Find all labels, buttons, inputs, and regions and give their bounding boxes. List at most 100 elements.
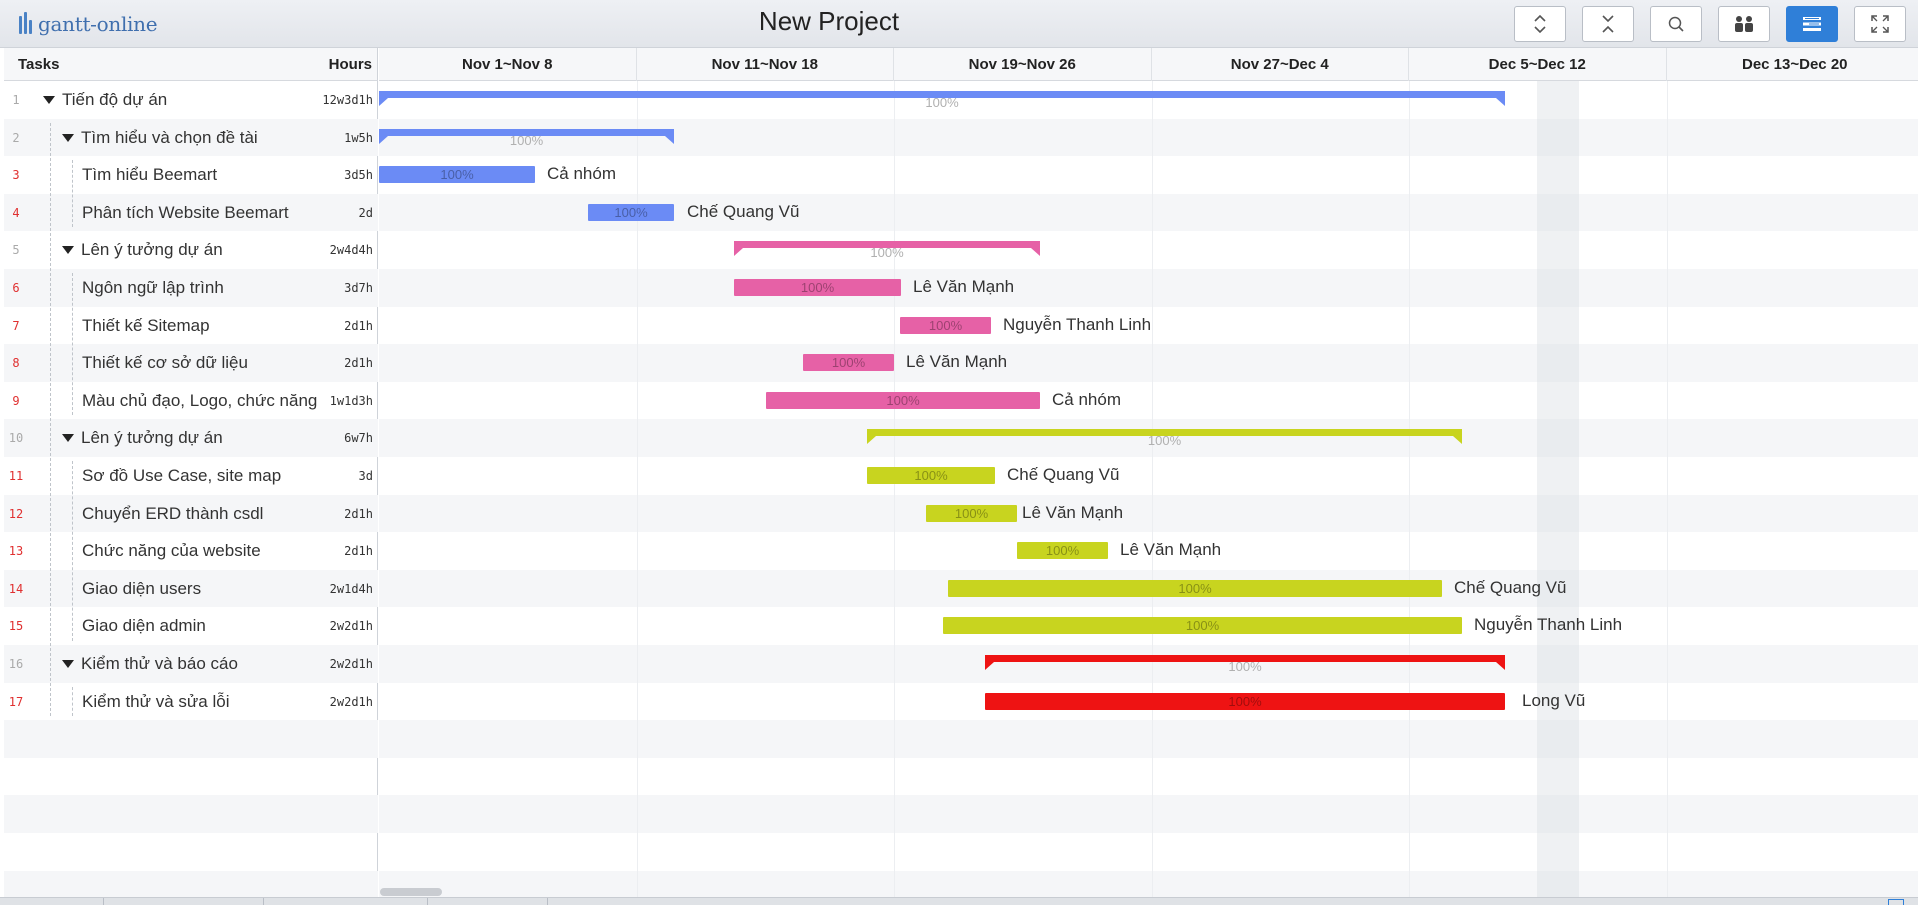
task-row[interactable]: 4 Phân tích Website Beemart 2d [4,194,378,232]
task-row[interactable]: 14 Giao diện users 2w1d4h [4,570,378,608]
task-row[interactable]: 15 Giao diện admin 2w2d1h [4,607,378,645]
collapse-toggle-icon[interactable] [62,434,74,443]
task-hours[interactable]: 3d5h [344,168,373,182]
task-name[interactable]: Giao diện admin [82,616,206,636]
task-bar[interactable]: 100% [900,316,991,334]
task-name[interactable]: Ngôn ngữ lập trình [82,278,224,298]
task-hours[interactable]: 2d1h [344,507,373,521]
task-bar[interactable]: 100% [948,579,1442,597]
summary-bar[interactable]: 100% [379,91,1505,110]
task-name[interactable]: Chuyển ERD thành csdl [82,504,263,524]
task-row[interactable]: 10 Lên ý tưởng dự án 6w7h [4,419,378,457]
grid-toggle-button[interactable] [1786,6,1838,42]
task-row[interactable]: 13 Chức năng của website 2d1h [4,532,378,570]
expand-all-button[interactable] [1514,6,1566,42]
task-hours[interactable]: 6w7h [344,431,373,445]
gantt-app: gantt-online New Project Tasks Hours Nov… [0,0,1918,905]
task-row[interactable]: 1 Tiến độ dự án 12w3d1h [4,81,378,119]
row-number: 14 [8,581,24,596]
zoom-button[interactable] [1650,6,1702,42]
task-bar[interactable]: 100% [766,391,1040,409]
task-name[interactable]: Sơ đồ Use Case, site map [82,466,281,486]
task-bar[interactable]: 100% [867,467,995,484]
task-hours[interactable]: 12w3d1h [322,93,373,107]
status-icon[interactable] [1888,899,1904,905]
task-name[interactable]: Giao diện users [82,579,201,599]
task-hours[interactable]: 2d1h [344,356,373,370]
summary-bar[interactable]: 100% [985,655,1505,674]
resources-button[interactable] [1718,6,1770,42]
project-title[interactable]: New Project [0,6,1658,37]
task-name[interactable]: Màu chủ đạo, Logo, chức năng [82,391,317,411]
summary-bar[interactable]: 100% [734,241,1040,260]
progress-label: 100% [1228,659,1262,674]
collapse-toggle-icon[interactable] [43,96,55,104]
task-name[interactable]: Lên ý tưởng dự án [81,428,223,448]
task-bar[interactable]: 100% [803,354,894,372]
task-hours[interactable]: 2w2d1h [330,619,373,633]
resource-label: Long Vũ [1522,690,1586,710]
task-hours[interactable]: 1w5h [344,131,373,145]
collapse-toggle-icon[interactable] [62,133,74,142]
status-segment [264,898,428,905]
task-hours[interactable]: 2w1d4h [330,582,373,596]
task-hours[interactable]: 2d1h [344,319,373,333]
progress-label: 100% [1185,618,1220,634]
progress-label: 100% [440,167,474,183]
progress-label: 100% [925,95,959,110]
task-row[interactable]: 3 Tìm hiểu Beemart 3d5h [4,156,378,194]
task-row[interactable]: 12 Chuyển ERD thành csdl 2d1h [4,495,378,533]
progress-label: 100% [928,317,963,333]
task-row[interactable]: 16 Kiểm thử và báo cáo 2w2d1h [4,645,378,683]
resource-label: Chế Quang Vũ [687,201,800,221]
row-number: 5 [12,243,20,258]
task-hours[interactable]: 2d1h [344,544,373,558]
summary-bar[interactable]: 100% [379,128,674,148]
resource-label: Chế Quang Vũ [1454,577,1567,597]
task-hours[interactable]: 3d [359,469,373,483]
progress-label: 100% [886,392,920,408]
task-bar[interactable]: 100% [588,203,674,221]
task-row[interactable]: 5 Lên ý tưởng dự án 2w4d4h [4,231,378,269]
tasks-column-header[interactable]: Tasks [18,56,59,73]
hours-column-header[interactable]: Hours [329,56,372,73]
task-bar[interactable]: 100% [926,504,1017,522]
task-row[interactable]: 7 Thiết kế Sitemap 2d1h [4,307,378,345]
collapse-all-button[interactable] [1582,6,1634,42]
task-name[interactable]: Phân tích Website Beemart [82,203,289,223]
task-bar[interactable]: 100% [985,692,1505,710]
task-row[interactable]: 11 Sơ đồ Use Case, site map 3d [4,457,378,495]
collapse-toggle-icon[interactable] [62,246,74,255]
task-hours[interactable]: 2w4d4h [330,243,373,257]
week-gridline [1409,81,1410,901]
collapse-toggle-icon[interactable] [62,660,74,668]
task-name[interactable]: Thiết kế cơ sở dữ liệu [82,353,248,373]
task-name[interactable]: Kiểm thử và sửa lỗi [82,692,229,712]
task-hours[interactable]: 2d [359,206,373,220]
task-hours[interactable]: 2w2d1h [330,695,373,709]
task-row[interactable]: 2 Tìm hiểu và chọn đề tài 1w5h [4,119,378,157]
task-bar[interactable]: 100% [734,279,901,296]
summary-bar[interactable]: 100% [867,429,1462,448]
fullscreen-button[interactable] [1854,6,1906,42]
row-number: 11 [8,469,24,483]
task-bar[interactable]: 100% [943,617,1462,635]
task-hours[interactable]: 1w1d3h [330,394,373,408]
task-hours[interactable]: 2w2d1h [330,657,373,671]
task-name[interactable]: Thiết kế Sitemap [82,316,210,336]
task-name[interactable]: Chức năng của website [82,541,261,561]
task-name[interactable]: Tìm hiểu và chọn đề tài [81,128,258,148]
task-row[interactable]: 8 Thiết kế cơ sở dữ liệu 2d1h [4,344,378,382]
horizontal-scrollbar[interactable] [380,888,442,896]
task-row[interactable]: 6 Ngôn ngữ lập trình 3d7h [4,269,378,307]
task-row[interactable]: 9 Màu chủ đạo, Logo, chức năng 1w1d3h [4,382,378,420]
task-name[interactable]: Lên ý tưởng dự án [81,240,223,260]
task-name[interactable]: Tìm hiểu Beemart [82,165,217,185]
status-segment [104,898,264,905]
task-hours[interactable]: 3d7h [344,281,373,295]
task-name[interactable]: Tiến độ dự án [62,90,167,110]
task-name[interactable]: Kiểm thử và báo cáo [81,654,238,674]
task-bar[interactable]: 100% [379,166,535,184]
task-row[interactable]: 17 Kiểm thử và sửa lỗi 2w2d1h [4,683,378,721]
task-bar[interactable]: 100% [1017,542,1108,560]
